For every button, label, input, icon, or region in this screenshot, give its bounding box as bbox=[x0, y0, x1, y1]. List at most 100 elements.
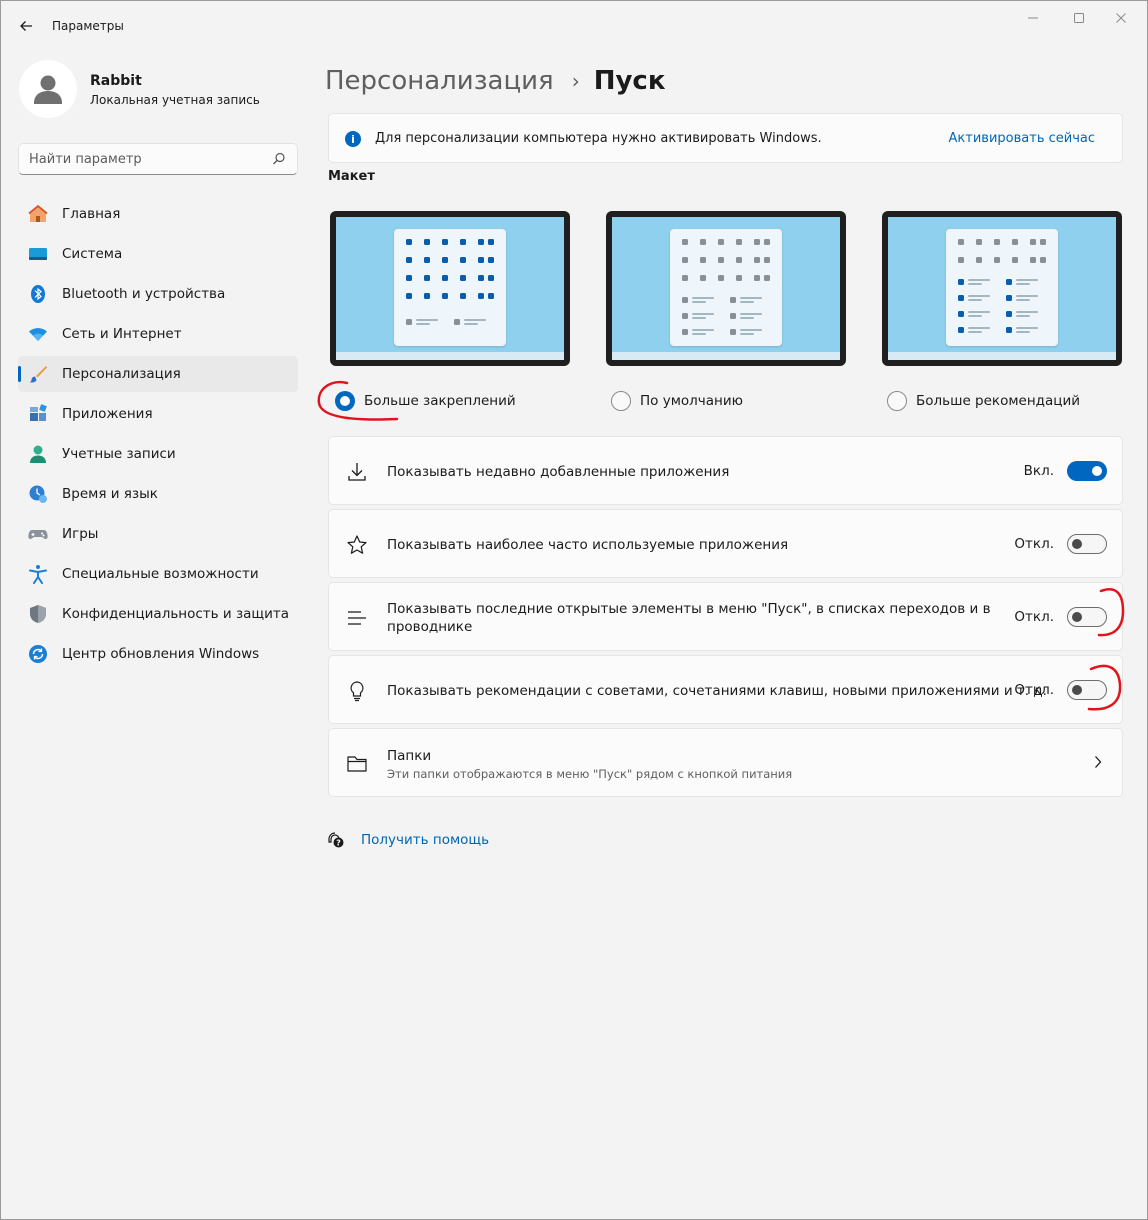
folders-title: Папки bbox=[387, 748, 432, 764]
user-profile[interactable]: Rabbit Локальная учетная запись bbox=[19, 60, 299, 120]
bluetooth-icon bbox=[31, 285, 45, 303]
settings-window: Параметры Rabbit Локальная учетная запис… bbox=[0, 0, 1148, 1220]
page-title: Пуск bbox=[593, 66, 666, 96]
minimize-button[interactable] bbox=[1013, 7, 1053, 29]
sidebar-item-label: Время и язык bbox=[62, 486, 158, 502]
layout-section-title: Макет bbox=[328, 169, 375, 184]
maximize-button[interactable] bbox=[1059, 7, 1099, 29]
sidebar-item-windows-update[interactable]: Центр обновления Windows bbox=[18, 636, 298, 672]
folders-subtitle: Эти папки отображаются в меню "Пуск" ряд… bbox=[387, 767, 793, 781]
sidebar-item-accounts[interactable]: Учетные записи bbox=[18, 436, 298, 472]
radio-button[interactable] bbox=[335, 391, 355, 411]
layout-preview-more-pins[interactable] bbox=[330, 211, 570, 366]
maximize-icon bbox=[1074, 13, 1084, 23]
minimize-icon bbox=[1028, 17, 1038, 19]
preview-start-menu bbox=[670, 229, 782, 346]
layout-preview-default[interactable] bbox=[606, 211, 846, 366]
toggle-state-label: Вкл. bbox=[1023, 463, 1054, 479]
arrow-left-icon bbox=[20, 21, 32, 31]
preview-start-menu bbox=[946, 229, 1058, 346]
sidebar-item-label: Главная bbox=[62, 206, 121, 222]
breadcrumb-separator: › bbox=[571, 69, 580, 93]
toggle-switch[interactable] bbox=[1067, 607, 1107, 627]
list-icon bbox=[348, 611, 366, 625]
layout-preview-more-recommendations[interactable] bbox=[882, 211, 1122, 366]
sidebar-item-label: Игры bbox=[62, 526, 99, 542]
update-icon bbox=[29, 645, 47, 663]
sidebar-item-label: Приложения bbox=[62, 406, 153, 422]
sidebar-item-label: Центр обновления Windows bbox=[62, 646, 260, 662]
breadcrumb: Персонализация › Пуск bbox=[325, 61, 665, 101]
setting-most-used-apps: Показывать наиболее часто используемые п… bbox=[328, 509, 1123, 578]
accounts-icon bbox=[30, 445, 46, 463]
radio-button[interactable] bbox=[887, 391, 907, 411]
preview-taskbar bbox=[888, 352, 1116, 360]
folder-icon bbox=[347, 756, 367, 772]
sidebar-item-apps[interactable]: Приложения bbox=[18, 396, 298, 432]
user-name: Rabbit bbox=[90, 73, 142, 89]
lightbulb-icon bbox=[350, 681, 364, 702]
sidebar-item-privacy[interactable]: Конфиденциальность и защита bbox=[18, 596, 298, 632]
activation-banner: i Для персонализации компьютера нужно ак… bbox=[328, 113, 1123, 163]
toggle-state-label: Откл. bbox=[1014, 609, 1054, 625]
breadcrumb-parent[interactable]: Персонализация bbox=[325, 66, 554, 96]
app-title: Параметры bbox=[52, 19, 124, 33]
title-bar: Параметры bbox=[1, 1, 1147, 51]
banner-text: Для персонализации компьютера нужно акти… bbox=[375, 131, 822, 146]
radio-label: По умолчанию bbox=[640, 393, 743, 409]
preview-taskbar bbox=[612, 352, 840, 360]
sidebar-item-gaming[interactable]: Игры bbox=[18, 516, 298, 552]
sidebar-nav: Главная Система Bluetooth и устройства С… bbox=[18, 196, 298, 676]
sidebar-item-label: Персонализация bbox=[62, 366, 181, 382]
sidebar-item-label: Специальные возможности bbox=[62, 566, 259, 582]
preview-screen bbox=[888, 217, 1116, 360]
preview-start-menu bbox=[394, 229, 506, 346]
sidebar-item-personalization[interactable]: Персонализация bbox=[18, 356, 298, 392]
user-avatar-icon bbox=[34, 75, 62, 104]
layout-option-default[interactable]: По умолчанию bbox=[611, 389, 743, 413]
radio-label: Больше закреплений bbox=[364, 393, 516, 409]
close-icon bbox=[1116, 13, 1126, 23]
info-icon: i bbox=[345, 131, 361, 147]
radio-label: Больше рекомендаций bbox=[916, 393, 1081, 409]
setting-label: Показывать наиболее часто используемые п… bbox=[387, 537, 789, 553]
search-box[interactable] bbox=[18, 143, 298, 175]
setting-label: Показывать недавно добавленные приложени… bbox=[387, 464, 730, 480]
toggle-switch[interactable] bbox=[1067, 534, 1107, 554]
radio-button[interactable] bbox=[611, 391, 631, 411]
toggle-state-label: Откл. bbox=[1014, 536, 1054, 552]
sidebar-item-label: Bluetooth и устройства bbox=[62, 286, 226, 302]
sidebar-item-network[interactable]: Сеть и Интернет bbox=[18, 316, 298, 352]
sidebar-item-label: Конфиденциальность и защита bbox=[62, 606, 290, 622]
get-help-link[interactable]: ? Получить помощь bbox=[327, 829, 489, 851]
toggle-switch[interactable] bbox=[1067, 680, 1107, 700]
wifi-icon bbox=[29, 328, 47, 341]
sidebar-item-system[interactable]: Система bbox=[18, 236, 298, 272]
sidebar-item-label: Система bbox=[62, 246, 123, 262]
back-button[interactable] bbox=[15, 15, 37, 37]
folders-link-row[interactable]: Папки Эти папки отображаются в меню "Пус… bbox=[328, 728, 1123, 797]
search-input[interactable] bbox=[29, 150, 259, 168]
setting-label-line1: Показывать последние открытые элементы в… bbox=[387, 601, 991, 617]
gamepad-icon bbox=[28, 530, 48, 539]
help-label: Получить помощь bbox=[361, 832, 490, 848]
sidebar-item-time-language[interactable]: Время и язык bbox=[18, 476, 298, 512]
preview-screen bbox=[336, 217, 564, 360]
sidebar-item-bluetooth[interactable]: Bluetooth и устройства bbox=[18, 276, 298, 312]
layout-option-more-pins[interactable]: Больше закреплений bbox=[335, 389, 516, 413]
svg-text:?: ? bbox=[336, 839, 341, 848]
star-icon bbox=[347, 535, 367, 554]
close-button[interactable] bbox=[1101, 7, 1141, 29]
preview-taskbar bbox=[336, 352, 564, 360]
shield-icon bbox=[30, 605, 46, 623]
activate-now-link[interactable]: Активировать сейчас bbox=[949, 131, 1095, 146]
download-icon bbox=[348, 463, 366, 481]
sidebar-item-accessibility[interactable]: Специальные возможности bbox=[18, 556, 298, 592]
search-icon[interactable] bbox=[272, 152, 286, 166]
toggle-switch[interactable] bbox=[1067, 461, 1107, 481]
sidebar-item-home[interactable]: Главная bbox=[18, 196, 298, 232]
accessibility-icon bbox=[29, 565, 47, 584]
system-icon bbox=[29, 248, 47, 260]
layout-option-more-recommendations[interactable]: Больше рекомендаций bbox=[887, 389, 1080, 413]
chevron-right-icon bbox=[1095, 756, 1102, 768]
